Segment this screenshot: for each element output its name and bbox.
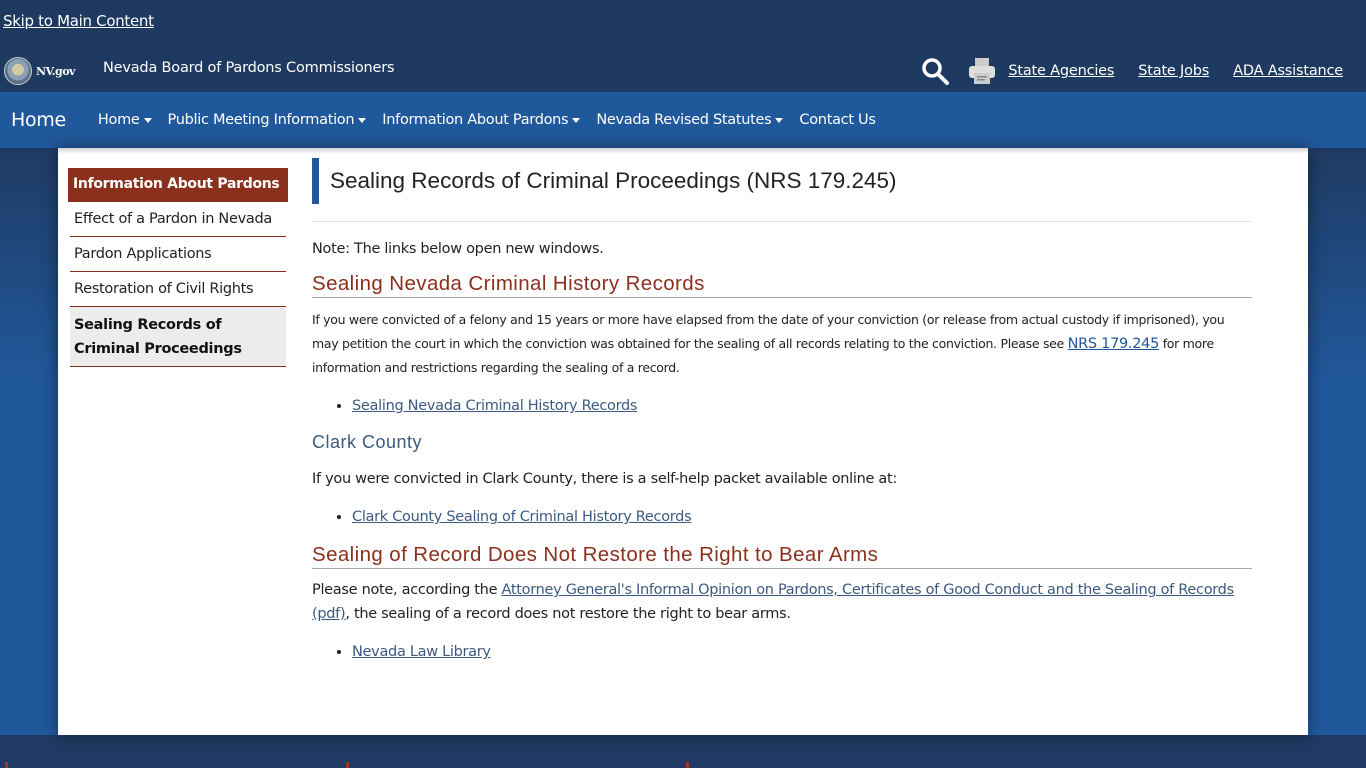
sidebar-item-effect-of-a-pardon[interactable]: Effect of a Pardon in Nevada xyxy=(70,202,286,237)
sidebar-item-restoration-of-civil-rights[interactable]: Restoration of Civil Rights xyxy=(70,272,286,307)
list-item: Sealing Nevada Criminal History Records xyxy=(352,394,1252,418)
utility-bar: State Agencies State Jobs ADA Assistance xyxy=(919,56,1343,86)
nav-item-contact-us[interactable]: Contact Us xyxy=(799,112,876,128)
sealing-eligibility-text: If you were convicted of a felony and 15… xyxy=(312,308,1252,380)
caret-down-icon xyxy=(775,118,784,123)
section-heading-clark-county: Clark County xyxy=(312,432,423,452)
state-agencies-link[interactable]: State Agencies xyxy=(1008,63,1114,79)
text-segment: Please note, according the xyxy=(312,582,502,598)
print-icon[interactable] xyxy=(966,56,998,86)
sidebar-item-pardon-applications[interactable]: Pardon Applications xyxy=(70,237,286,272)
caret-down-icon xyxy=(143,118,152,123)
nav-item-label: Public Meeting Information xyxy=(167,112,355,128)
footer-accent xyxy=(346,762,349,768)
section-heading-right-to-bear-arms: Sealing of Record Does Not Restore the R… xyxy=(312,543,1252,569)
nav-brand-home[interactable]: Home xyxy=(11,109,66,131)
link-list: Nevada Law Library xyxy=(352,640,1252,664)
nav-item-label: Home xyxy=(97,112,140,128)
clark-county-sealing-link[interactable]: Clark County Sealing of Criminal History… xyxy=(352,509,692,525)
footer-accent xyxy=(686,762,689,768)
nav-item-label: Information About Pardons xyxy=(382,112,569,128)
page-title-block: Sealing Records of Criminal Proceedings … xyxy=(312,158,1252,204)
nav-item-public-meeting-information[interactable]: Public Meeting Information xyxy=(168,112,367,128)
footer-accent xyxy=(5,762,8,768)
clark-county-text: If you were convicted in Clark County, t… xyxy=(312,471,897,487)
content-card: Information About Pardons Effect of a Pa… xyxy=(58,148,1308,735)
top-header: Skip to Main Content NV.gov Nevada Board… xyxy=(0,0,1366,92)
skip-to-main-content-link[interactable]: Skip to Main Content xyxy=(3,12,154,30)
sidebar-header: Information About Pardons xyxy=(68,168,288,202)
text-segment: , the sealing of a record does not resto… xyxy=(345,606,791,622)
links-note: Note: The links below open new windows. xyxy=(312,241,604,257)
nav-item-label: Nevada Revised Statutes xyxy=(596,112,772,128)
sidebar: Information About Pardons Effect of a Pa… xyxy=(68,168,288,367)
section-heading-sealing-nevada: Sealing Nevada Criminal History Records xyxy=(312,272,1252,298)
sidebar-item-sealing-records[interactable]: Sealing Records of Criminal Proceedings xyxy=(70,307,286,367)
state-jobs-link[interactable]: State Jobs xyxy=(1138,63,1209,79)
divider xyxy=(312,221,1252,222)
caret-down-icon xyxy=(358,118,367,123)
nrs-179-245-link[interactable]: NRS 179.245 xyxy=(1068,336,1160,352)
nav-item-nevada-revised-statutes[interactable]: Nevada Revised Statutes xyxy=(596,112,784,128)
search-icon[interactable] xyxy=(919,56,951,86)
list-item: Clark County Sealing of Criminal History… xyxy=(352,505,1252,529)
ada-assistance-link[interactable]: ADA Assistance xyxy=(1233,63,1343,79)
bear-arms-text: Please note, according the Attorney Gene… xyxy=(312,578,1252,626)
sealing-nevada-records-link[interactable]: Sealing Nevada Criminal History Records xyxy=(352,398,637,414)
nav-item-label: Contact Us xyxy=(799,112,876,128)
nav-item-information-about-pardons[interactable]: Information About Pardons xyxy=(382,112,581,128)
agency-name[interactable]: Nevada Board of Pardons Commissioners xyxy=(103,60,395,76)
list-item: Nevada Law Library xyxy=(352,640,1252,664)
main-content: Sealing Records of Criminal Proceedings … xyxy=(312,158,1252,664)
caret-down-icon xyxy=(572,118,581,123)
nevada-seal-icon xyxy=(4,57,32,85)
nvgov-label: NV.gov xyxy=(36,64,75,78)
nav-item-home[interactable]: Home xyxy=(98,112,152,128)
page-title: Sealing Records of Criminal Proceedings … xyxy=(330,168,897,193)
main-navbar: Home Home Public Meeting Information Inf… xyxy=(0,92,1366,148)
nevada-law-library-link[interactable]: Nevada Law Library xyxy=(352,644,491,660)
link-list: Sealing Nevada Criminal History Records xyxy=(352,394,1252,418)
link-list: Clark County Sealing of Criminal History… xyxy=(352,505,1252,529)
footer-band xyxy=(0,735,1366,768)
nvgov-logo-link[interactable]: NV.gov xyxy=(4,56,75,86)
